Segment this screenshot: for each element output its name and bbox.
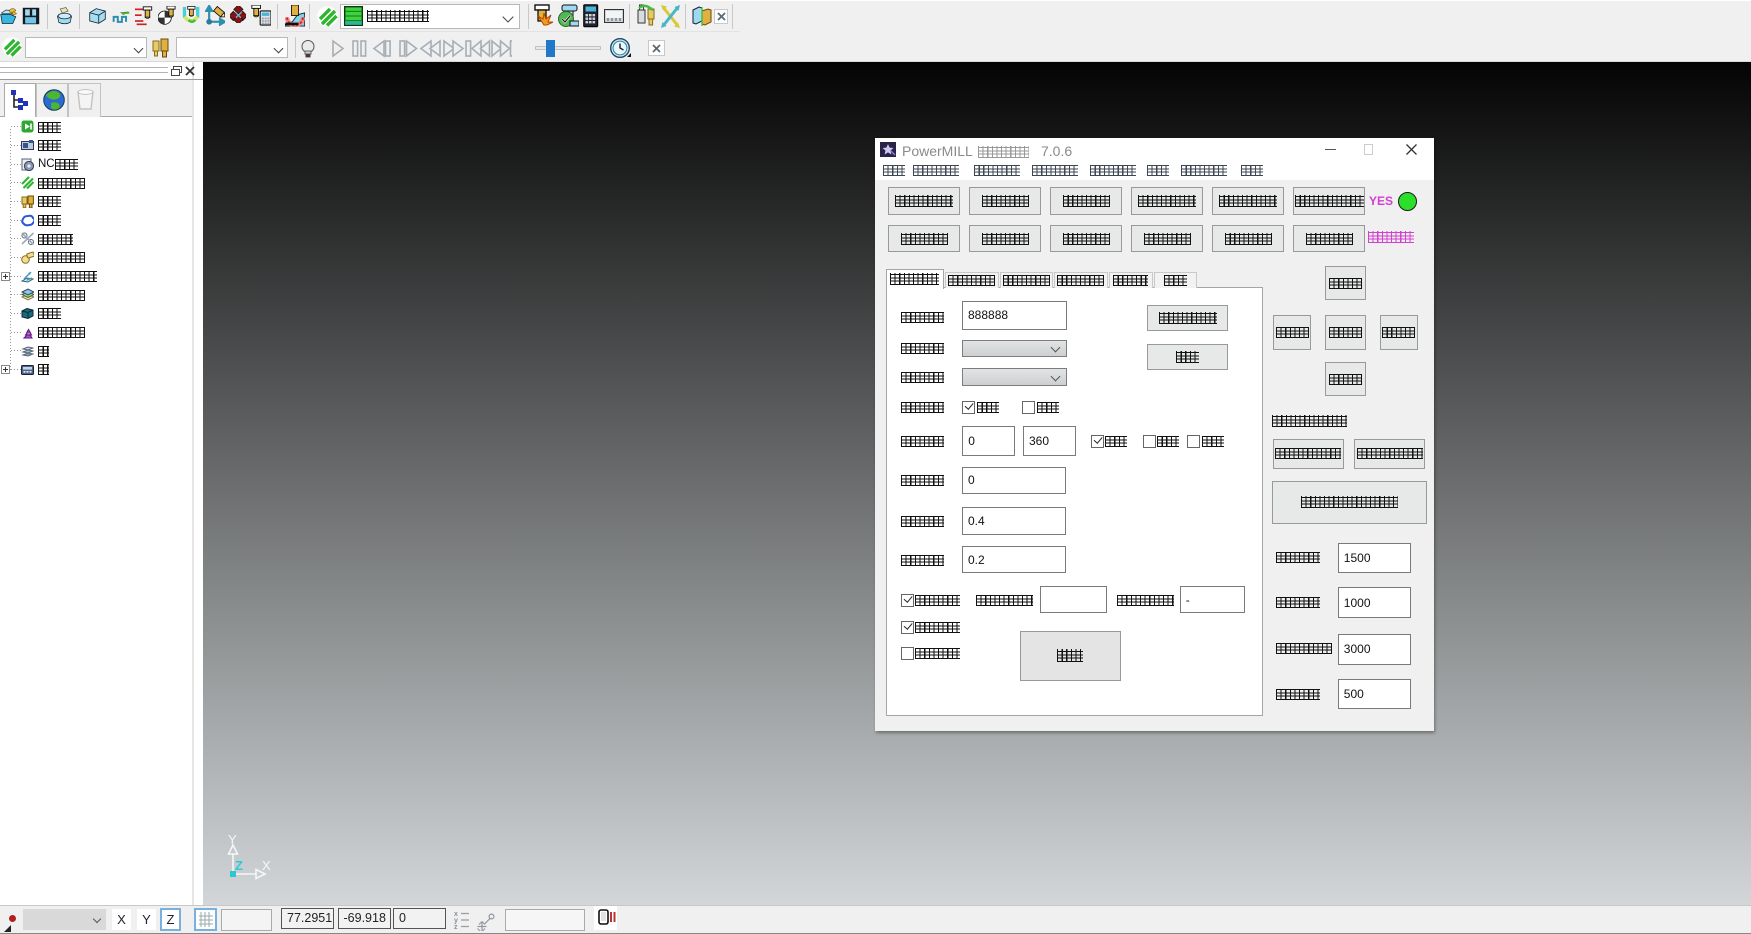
- svg-text:Z: Z: [235, 858, 243, 873]
- svg-text:z: z: [454, 924, 458, 929]
- svg-text:X: X: [262, 858, 271, 873]
- svg-text:Y: Y: [228, 832, 237, 847]
